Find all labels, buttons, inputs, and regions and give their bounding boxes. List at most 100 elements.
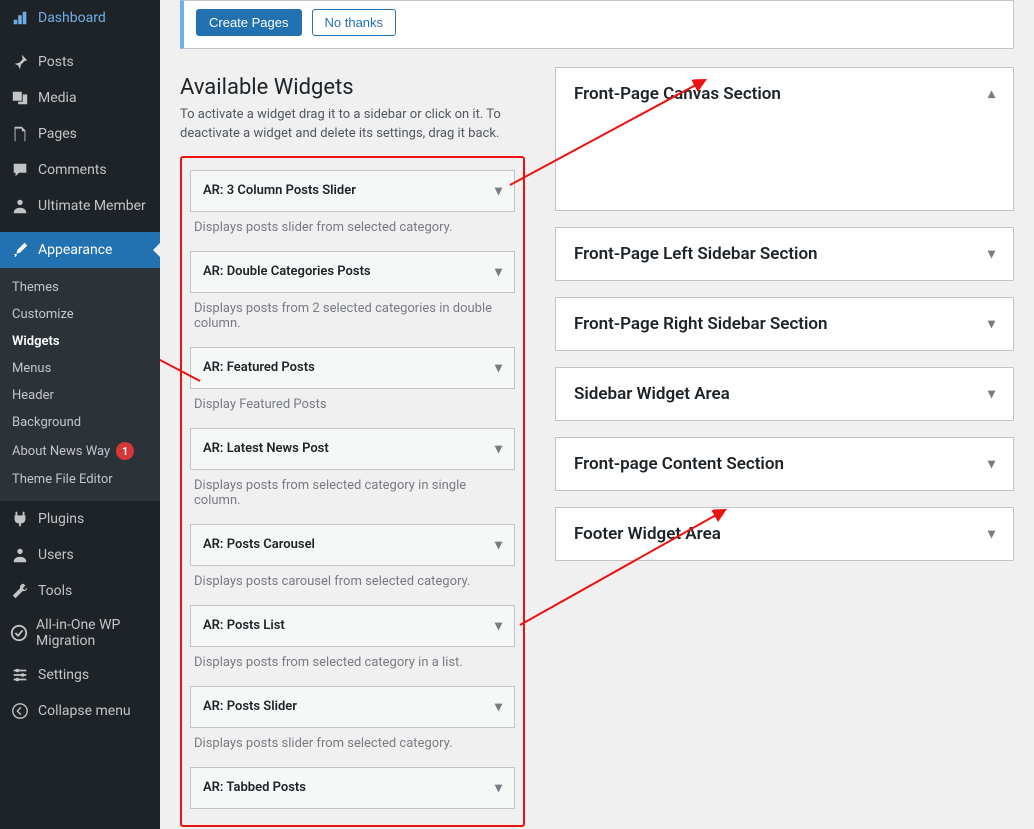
widget-area-header[interactable]: Front-page Content Section▾ (556, 438, 1013, 490)
dashboard-icon (10, 8, 30, 28)
media-icon (10, 88, 30, 108)
menu-label: Dashboard (38, 10, 106, 26)
update-badge: 1 (116, 442, 134, 460)
widget-desc: Display Featured Posts (190, 389, 515, 416)
widget-area-title: Front-page Content Section (574, 454, 784, 474)
chevron-up-icon: ▴ (988, 86, 995, 102)
chevron-down-icon: ▾ (495, 183, 502, 199)
widget-area-header[interactable]: Front-Page Left Sidebar Section▾ (556, 228, 1013, 280)
submenu-label: Menus (12, 361, 51, 376)
available-widget[interactable]: AR: Posts Carousel▾Displays posts carous… (190, 524, 515, 593)
available-widgets-title: Available Widgets (180, 75, 525, 100)
widget-header[interactable]: AR: Tabbed Posts ▾ (190, 767, 515, 809)
chevron-down-icon: ▾ (495, 699, 502, 715)
chevron-down-icon: ▾ (988, 526, 995, 542)
menu-label: Settings (38, 667, 89, 683)
widget-header[interactable]: AR: Posts List▾ (190, 605, 515, 647)
appearance-submenu: Themes Customize Widgets Menus Header Ba… (0, 268, 160, 501)
widget-title: AR: Double Categories Posts (203, 264, 371, 279)
pages-icon (10, 124, 30, 144)
submenu-item-header[interactable]: Header (0, 382, 160, 409)
widget-title: AR: Posts Slider (203, 699, 297, 714)
available-widget[interactable]: AR: Double Categories Posts▾Displays pos… (190, 251, 515, 335)
available-widget[interactable]: AR: Tabbed Posts ▾ (190, 767, 515, 809)
widget-title: AR: Featured Posts (203, 360, 315, 375)
sidebar-item-users[interactable]: Users (0, 537, 160, 573)
comment-icon (10, 160, 30, 180)
widget-area-title: Sidebar Widget Area (574, 384, 730, 404)
widget-area-header[interactable]: Front-Page Canvas Section▴ (556, 68, 1013, 120)
widget-header[interactable]: AR: Posts Carousel▾ (190, 524, 515, 566)
sidebar-item-settings[interactable]: Settings (0, 657, 160, 693)
available-widgets-desc: To activate a widget drag it to a sideba… (180, 106, 525, 144)
submenu-item-customize[interactable]: Customize (0, 301, 160, 328)
sidebar-item-appearance[interactable]: Appearance (0, 232, 160, 268)
submenu-item-themes[interactable]: Themes (0, 274, 160, 301)
widget-area[interactable]: Front-Page Right Sidebar Section▾ (555, 297, 1014, 351)
sidebar-item-collapse[interactable]: Collapse menu (0, 693, 160, 729)
widget-area-header[interactable]: Sidebar Widget Area▾ (556, 368, 1013, 420)
sidebar-item-comments[interactable]: Comments (0, 152, 160, 188)
create-pages-notice: Create Pages No thanks (180, 0, 1014, 49)
widget-area-title: Front-Page Right Sidebar Section (574, 314, 828, 334)
available-widgets-column: Available Widgets To activate a widget d… (180, 67, 525, 829)
widget-area-header[interactable]: Footer Widget Area ▾ (556, 508, 1013, 560)
widget-area[interactable]: Sidebar Widget Area▾ (555, 367, 1014, 421)
sidebar-item-ultimate-member[interactable]: Ultimate Member (0, 188, 160, 224)
menu-label: Collapse menu (38, 703, 131, 719)
sidebar-item-aiowpm[interactable]: All-in-One WP Migration (0, 609, 160, 657)
chevron-down-icon: ▾ (495, 780, 502, 796)
menu-label: Pages (38, 126, 77, 142)
available-widget[interactable]: AR: Posts List▾Displays posts from selec… (190, 605, 515, 674)
no-thanks-button[interactable]: No thanks (312, 9, 397, 36)
users-icon (10, 545, 30, 565)
widget-title: AR: Posts Carousel (203, 537, 315, 552)
brush-icon (10, 240, 30, 260)
create-pages-button[interactable]: Create Pages (196, 9, 302, 36)
widget-title: AR: 3 Column Posts Slider (203, 183, 356, 198)
widget-header[interactable]: AR: 3 Column Posts Slider ▾ (190, 170, 515, 212)
widget-area-body[interactable] (556, 120, 1013, 210)
widget-area[interactable]: Front-page Content Section▾ (555, 437, 1014, 491)
widget-area[interactable]: Front-Page Canvas Section▴ (555, 67, 1014, 211)
available-widget[interactable]: AR: Posts Slider▾Displays posts slider f… (190, 686, 515, 755)
chevron-down-icon: ▾ (988, 246, 995, 262)
sidebar-item-posts[interactable]: Posts (0, 44, 160, 80)
menu-label: Tools (38, 583, 72, 599)
sidebar-item-media[interactable]: Media (0, 80, 160, 116)
widget-header[interactable]: AR: Posts Slider ▾ (190, 686, 515, 728)
widget-area[interactable]: Footer Widget Area ▾ (555, 507, 1014, 561)
menu-label: Media (38, 90, 77, 106)
widget-desc: Displays posts carousel from selected ca… (190, 566, 515, 593)
sidebar-item-tools[interactable]: Tools (0, 573, 160, 609)
submenu-item-menus[interactable]: Menus (0, 355, 160, 382)
widget-header[interactable]: AR: Latest News Post▾ (190, 428, 515, 470)
user-icon (10, 196, 30, 216)
submenu-item-widgets[interactable]: Widgets (0, 328, 160, 355)
widget-area-header[interactable]: Front-Page Right Sidebar Section▾ (556, 298, 1013, 350)
sidebar-item-dashboard[interactable]: Dashboard (0, 0, 160, 36)
submenu-label: About News Way (12, 444, 110, 459)
available-widget[interactable]: AR: 3 Column Posts Slider ▾ Displays posts… (190, 170, 515, 239)
submenu-label: Customize (12, 307, 74, 322)
sidebar-item-pages[interactable]: Pages (0, 116, 160, 152)
available-widget[interactable]: AR: Latest News Post▾Displays posts from… (190, 428, 515, 512)
widget-area[interactable]: Front-Page Left Sidebar Section▾ (555, 227, 1014, 281)
submenu-label: Background (12, 415, 81, 430)
submenu-item-theme-file-editor[interactable]: Theme File Editor (0, 466, 160, 493)
submenu-item-background[interactable]: Background (0, 409, 160, 436)
plug-icon (10, 509, 30, 529)
widget-desc: Displays posts slider from selected cate… (190, 212, 515, 239)
sidebar-item-plugins[interactable]: Plugins (0, 501, 160, 537)
menu-label: Users (38, 547, 74, 563)
available-widget[interactable]: AR: Featured Posts▾Display Featured Post… (190, 347, 515, 416)
widget-area-title: Footer Widget Area (574, 524, 721, 544)
widget-areas-column: Front-Page Canvas Section▴ Front-Page Lef… (555, 67, 1014, 829)
chevron-down-icon: ▾ (495, 264, 502, 280)
widget-title: AR: Tabbed Posts (203, 780, 306, 795)
submenu-label: Widgets (12, 334, 60, 349)
widget-header[interactable]: AR: Double Categories Posts ▾ (190, 251, 515, 293)
submenu-item-about-news-way[interactable]: About News Way 1 (0, 436, 160, 466)
widget-header[interactable]: AR: Featured Posts▾ (190, 347, 515, 389)
submenu-label: Themes (12, 280, 59, 295)
